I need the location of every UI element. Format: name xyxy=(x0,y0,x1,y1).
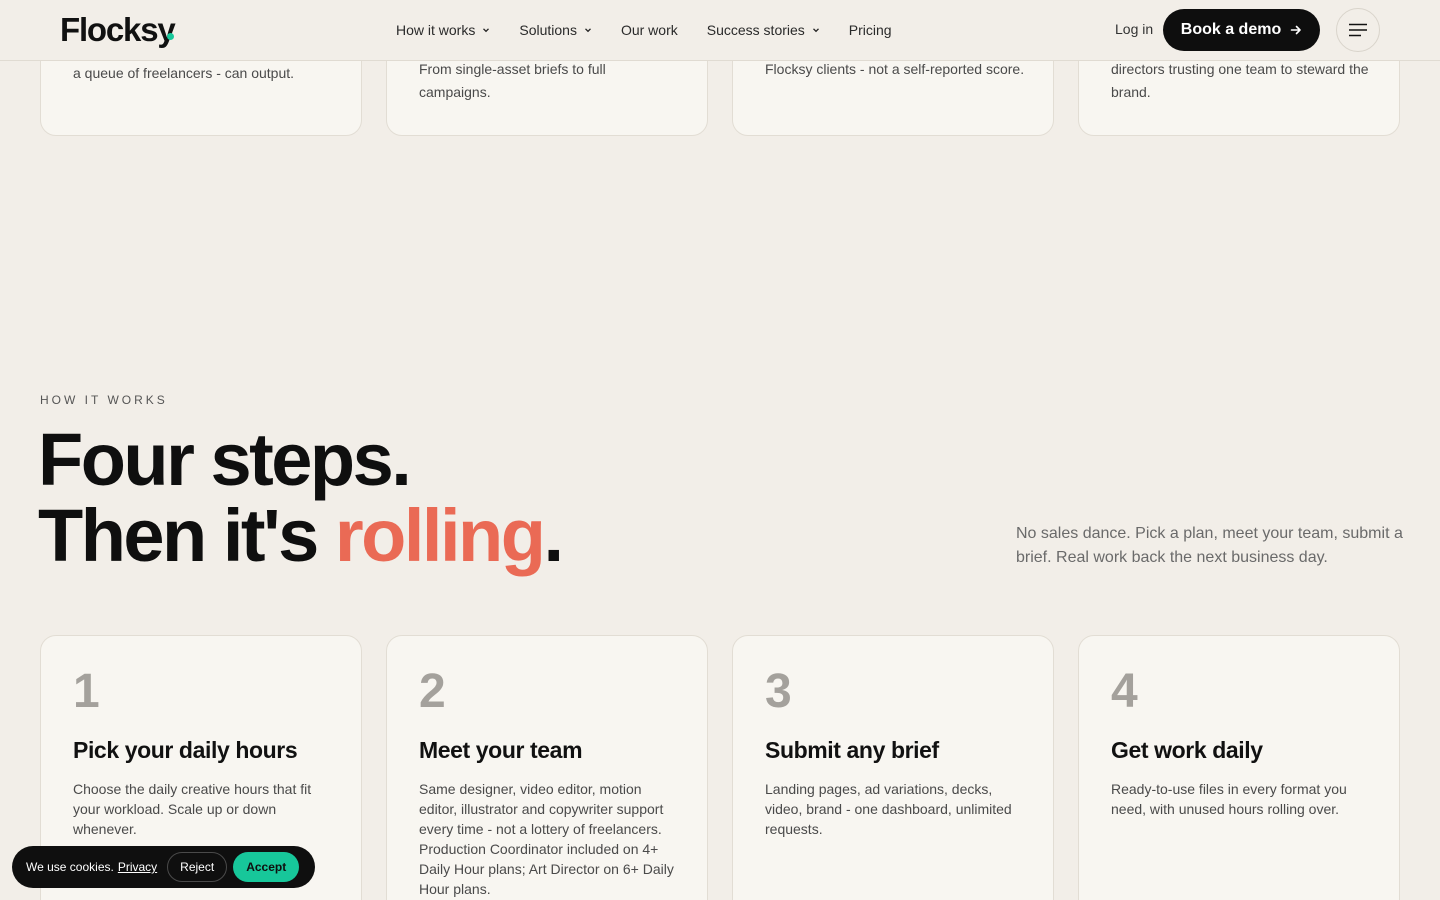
headline-line-2: Then it's rolling. xyxy=(38,498,564,574)
section-eyebrow: HOW IT WORKS xyxy=(40,393,168,407)
accept-cookies-button[interactable]: Accept xyxy=(233,852,300,882)
main-nav: How it works Solutions Our work Success … xyxy=(396,0,921,60)
step-number: 3 xyxy=(765,665,792,718)
step-description: Ready-to-use files in every format you n… xyxy=(1111,781,1347,817)
privacy-link[interactable]: Privacy xyxy=(118,860,157,874)
nav-item-label: Solutions xyxy=(519,22,577,38)
feature-card-text: directors trusting one team to steward t… xyxy=(1111,61,1369,100)
cookie-text: We use cookies. xyxy=(26,860,114,874)
book-demo-button[interactable]: Book a demo xyxy=(1163,9,1320,51)
logo[interactable]: Flocksy xyxy=(60,10,176,50)
site-header: Flocksy How it works Solutions Our work … xyxy=(0,0,1440,61)
step-card: 4 Get work daily Ready-to-use files in e… xyxy=(1078,635,1400,900)
step-card: 2 Meet your team Same designer, video ed… xyxy=(386,635,708,900)
step-number: 2 xyxy=(419,665,446,718)
cookie-banner: We use cookies. Privacy Reject Accept xyxy=(12,846,315,888)
nav-item-our-work[interactable]: Our work xyxy=(621,22,678,38)
headline-suffix: . xyxy=(543,494,564,577)
login-link[interactable]: Log in xyxy=(1115,21,1153,37)
nav-item-solutions[interactable]: Solutions xyxy=(519,22,592,38)
step-title: Pick your daily hours xyxy=(73,737,298,763)
headline-accent-word: rolling xyxy=(334,494,546,577)
logo-dot xyxy=(167,33,174,40)
step-description: Landing pages, ad variations, decks, vid… xyxy=(765,781,1012,837)
reject-cookies-button[interactable]: Reject xyxy=(167,852,228,882)
nav-item-how-it-works[interactable]: How it works xyxy=(396,22,490,38)
chevron-down-icon xyxy=(483,28,490,33)
nav-item-success-stories[interactable]: Success stories xyxy=(707,22,820,38)
arrow-right-icon xyxy=(1290,25,1302,35)
chevron-down-icon xyxy=(812,28,819,33)
headline-prefix: Then it's xyxy=(38,494,335,577)
nav-item-label: Pricing xyxy=(848,22,892,38)
step-description: Choose the daily creative hours that fit… xyxy=(73,781,312,837)
step-title: Get work daily xyxy=(1111,737,1263,763)
headline-line-1: Four steps. xyxy=(38,418,412,501)
step-title: Meet your team xyxy=(419,737,583,763)
step-number: 4 xyxy=(1111,665,1138,718)
book-demo-label: Book a demo xyxy=(1180,21,1282,38)
nav-item-label: Our work xyxy=(620,22,678,38)
nav-item-pricing[interactable]: Pricing xyxy=(849,22,892,38)
step-card: 3 Submit any brief Landing pages, ad var… xyxy=(732,635,1054,900)
step-title: Submit any brief xyxy=(765,737,939,763)
section-intro: No sales dance. Pick a plan, meet your t… xyxy=(1016,525,1403,566)
menu-button[interactable] xyxy=(1336,8,1380,52)
chevron-down-icon xyxy=(584,28,591,33)
step-description: Same designer, video editor, motion edit… xyxy=(419,781,674,897)
feature-card-text: From single-asset briefs to full campaig… xyxy=(419,61,606,100)
section-headline: Four steps. Then it's rolling. xyxy=(38,418,564,574)
step-number: 1 xyxy=(73,665,100,718)
nav-item-label: How it works xyxy=(396,22,476,38)
feature-card-text: a queue of freelancers - can output. xyxy=(73,65,295,81)
nav-item-label: Success stories xyxy=(706,22,805,38)
hamburger-icon xyxy=(1349,23,1367,37)
feature-card-text: Flocksy clients - not a self-reported sc… xyxy=(765,61,1025,77)
